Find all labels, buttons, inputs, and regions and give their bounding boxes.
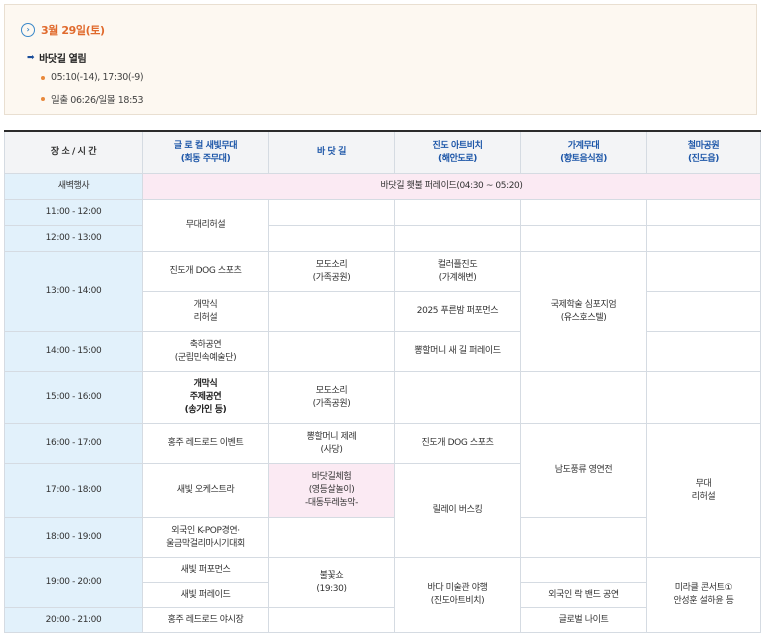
stage-rehearsal-2-cell: 무대 리허설 <box>646 423 761 558</box>
empty-cell <box>646 291 761 332</box>
time-cell: 14:00 - 15:00 <box>4 331 143 372</box>
foreign-band-cell: 외국인 락 밴드 공연 <box>520 582 647 608</box>
header-saebit-stage: 글 로 컬 새빛무대 (회동 주무대) <box>142 130 269 174</box>
time-cell: 11:00 - 12:00 <box>4 199 143 226</box>
empty-cell <box>646 371 761 424</box>
table-row: 13:00 - 14:00 진도개 DOG 스포츠 모도소리 (가족공원) 컬러… <box>4 251 761 372</box>
empty-cell <box>268 199 395 226</box>
ppong-ritual-cell: 뽕할머니 제례 (사당) <box>268 423 395 464</box>
sea-art-night-cell: 바다 미술관 야행 (진도아트비치) <box>394 557 521 633</box>
global-night-cell: 글로벌 나이트 <box>520 607 647 633</box>
time-cell: 새벽행사 <box>4 173 143 200</box>
empty-cell <box>268 517 395 558</box>
time-cell: 15:00 - 16:00 <box>4 371 143 424</box>
time-cell: 12:00 - 13:00 <box>4 225 143 252</box>
header-row: 장 소 / 시 간 글 로 컬 새빛무대 (회동 주무대) 바 닷 길 진도 아… <box>4 130 761 174</box>
empty-cell <box>520 517 647 558</box>
sun-times: 일출 06:26/일몰 18:53 <box>41 92 144 106</box>
tide-times-text: 05:10(-14), 17:30(-9) <box>51 72 144 83</box>
empty-cell <box>520 371 647 424</box>
arrow-right-icon: ➡ <box>27 52 35 63</box>
miracle-concert-cell: 미라클 콘서트① 안성훈 설하윤 등 <box>646 557 761 633</box>
time-cell: 20:00 - 21:00 <box>4 607 143 633</box>
header-badatgil: 바 닷 길 <box>268 130 395 174</box>
time-cell: 13:00 - 14:00 <box>4 251 143 332</box>
bullet-dot-icon <box>41 97 45 101</box>
empty-cell <box>646 331 761 372</box>
modo-sound-cell: 모도소리 (가족공원) <box>268 251 395 292</box>
foreign-kpop-cell: 외국인 K-POP경연· 울금막걸리마시기대회 <box>142 517 269 558</box>
table-row: 15:00 - 16:00 개막식 주제공연 (송가인 등) 모도소리 (가족공… <box>4 371 761 424</box>
empty-cell <box>646 225 761 252</box>
tide-times: 05:10(-14), 17:30(-9) <box>41 72 144 83</box>
table-row: 19:00 - 20:00 새빛 퍼포먼스 불꽃쇼 (19:30) 바다 미술관… <box>4 557 761 633</box>
tide-heading: ➡ 바닷길 열림 <box>27 50 87 66</box>
empty-cell <box>394 225 521 252</box>
bullet-dot-icon <box>41 75 45 80</box>
time-cell: 16:00 - 17:00 <box>4 423 143 464</box>
opening-ceremony-cell: 개막식 주제공연 (송가인 등) <box>142 371 269 424</box>
empty-cell <box>268 331 395 372</box>
modo-sound-cell: 모도소리 (가족공원) <box>268 371 395 424</box>
empty-cell <box>520 225 647 252</box>
night-market-cell: 홍주 레드로드 야시장 <box>142 607 269 633</box>
stage-rehearsal-cell: 무대리허설 <box>142 199 269 252</box>
chevron-right-circle-icon: › <box>21 23 35 37</box>
namdo-pungryu-cell: 남도풍류 영연전 <box>520 423 647 518</box>
time-cell: 18:00 - 19:00 <box>4 517 143 558</box>
date-row: › 3월 29일(토) <box>21 22 105 38</box>
empty-cell <box>268 291 395 332</box>
header-place-time: 장 소 / 시 간 <box>4 130 143 174</box>
date-info-box: › 3월 29일(토) ➡ 바닷길 열림 05:10(-14), 17:30(-… <box>4 4 757 115</box>
tide-title: 바닷길 열림 <box>39 54 87 65</box>
empty-cell <box>394 371 521 424</box>
schedule-table: 장 소 / 시 간 글 로 컬 새빛무대 (회동 주무대) 바 닷 길 진도 아… <box>4 130 761 633</box>
time-cell: 19:00 - 20:00 <box>4 557 143 608</box>
empty-cell <box>520 199 647 226</box>
table-row: 11:00 - 12:00 무대리허설 <box>4 199 761 252</box>
table-row: 새벽행사 바닷길 횃불 퍼레이드(04:30 ~ 05:20) <box>4 173 761 200</box>
relay-busking-cell: 릴레이 버스킹 <box>394 463 521 558</box>
opening-rehearsal-cell: 개막식 리허설 <box>142 291 269 332</box>
pureun-bam-cell: 2025 푸른밤 퍼포먼스 <box>394 291 521 332</box>
fireworks-cell: 불꽃쇼 (19:30) <box>268 557 395 608</box>
event-date: 3월 29일(토) <box>41 24 105 37</box>
empty-cell <box>268 225 395 252</box>
empty-cell <box>268 607 395 633</box>
time-cell: 17:00 - 18:00 <box>4 463 143 518</box>
table-row: 16:00 - 17:00 홍주 레드로드 이벤트 뽕할머니 제례 (사당) 진… <box>4 423 761 558</box>
red-road-event-cell: 홍주 레드로드 이벤트 <box>142 423 269 464</box>
header-art-beach: 진도 아트비치 (해안도로) <box>394 130 521 174</box>
celebration-cell: 축하공연 (군립민속예술단) <box>142 331 269 372</box>
sun-times-text: 일출 06:26/일몰 18:53 <box>51 95 144 106</box>
dog-sports-cell: 진도개 DOG 스포츠 <box>142 251 269 292</box>
color-play-cell: 컬러플진도 (가계해변) <box>394 251 521 292</box>
empty-cell <box>646 251 761 292</box>
orchestra-cell: 새빛 오케스트라 <box>142 463 269 518</box>
ppong-parade-cell: 뽕할머니 새 길 퍼레이드 <box>394 331 521 372</box>
table-row: 14:00 - 15:00 축하공연 (군립민속예술단) 뽕할머니 새 길 퍼레… <box>4 331 761 372</box>
dog-sports-cell: 진도개 DOG 스포츠 <box>394 423 521 464</box>
header-gagye-stage: 가계무대 (향토음식점) <box>520 130 647 174</box>
symposium-cell: 국제학술 심포지엄 (유스호스텔) <box>520 251 647 372</box>
dawn-event-cell: 바닷길 횃불 퍼레이드(04:30 ~ 05:20) <box>142 173 761 200</box>
empty-cell <box>646 199 761 226</box>
header-cheolma-park: 철마공원 (진도읍) <box>646 130 761 174</box>
table-row: 12:00 - 13:00 <box>4 225 761 252</box>
empty-cell <box>394 199 521 226</box>
saebit-performance-cell: 새빛 퍼포먼스 <box>142 557 269 583</box>
saebit-parade-cell: 새빛 퍼레이드 <box>142 582 269 608</box>
badatgil-experience-cell: 바닷길체험 (영등살놀이) -대동두레농악- <box>268 463 395 518</box>
empty-cell <box>520 557 647 583</box>
